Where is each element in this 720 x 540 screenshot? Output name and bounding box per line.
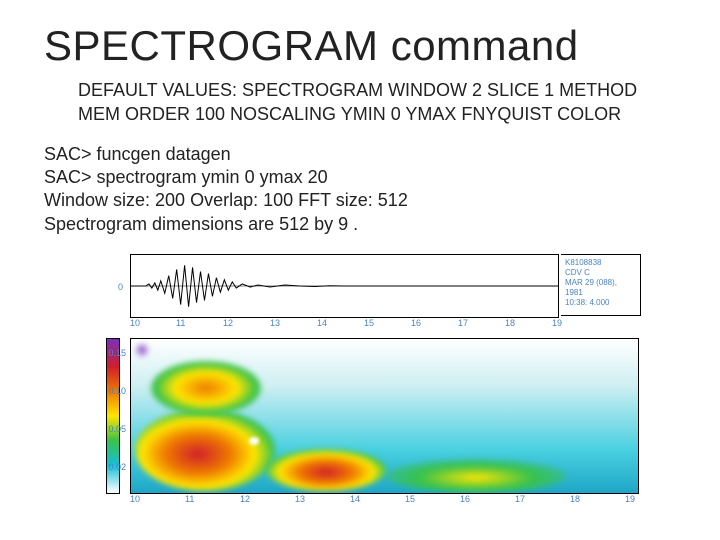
spec-xtick: 17 xyxy=(515,494,525,504)
spec-xtick: 12 xyxy=(240,494,250,504)
spec-xtick: 13 xyxy=(295,494,305,504)
wave-xtick: 13 xyxy=(270,318,280,328)
session-line-4: Spectrogram dimensions are 512 by 9 . xyxy=(44,213,676,236)
spec-ytick: 0.05 xyxy=(102,424,126,434)
spec-ytick: 0.15 xyxy=(102,348,126,358)
spec-blob xyxy=(386,459,566,493)
spec-xtick: 19 xyxy=(625,494,635,504)
sac-session-block: SAC> funcgen datagen SAC> spectrogram ym… xyxy=(44,143,676,237)
spectrogram-panel xyxy=(130,338,639,494)
spec-xtick: 11 xyxy=(185,494,194,504)
wave-xtick: 16 xyxy=(411,318,421,328)
info-channel: CDV C xyxy=(565,268,636,278)
spec-ytick: 0.02 xyxy=(102,462,126,472)
spec-blob xyxy=(266,449,386,491)
info-date: MAR 29 (088), 1981 xyxy=(565,278,636,298)
spectrogram-figure: 0 K8108838 CDV C MAR 29 (088), 1981 10:3… xyxy=(96,254,641,504)
wave-xtick: 18 xyxy=(505,318,515,328)
session-line-2: SAC> spectrogram ymin 0 ymax 20 xyxy=(44,166,676,189)
slide-title: SPECTROGRAM command xyxy=(44,22,676,70)
spec-xtick: 15 xyxy=(405,494,415,504)
waveform-trace xyxy=(131,255,558,317)
defaults-line-1: DEFAULT VALUES: SPECTROGRAM WINDOW 2 SLI… xyxy=(78,78,676,102)
wave-xtick: 12 xyxy=(223,318,233,328)
waveform-info-box: K8108838 CDV C MAR 29 (088), 1981 10:38:… xyxy=(561,254,641,316)
spec-blob xyxy=(135,409,275,491)
waveform-panel xyxy=(130,254,559,318)
spec-ytick: 0.10 xyxy=(102,386,126,396)
spec-xtick: 10 xyxy=(130,494,140,504)
session-line-1: SAC> funcgen datagen xyxy=(44,143,676,166)
spec-blob xyxy=(151,361,261,415)
info-station: K8108838 xyxy=(565,258,636,268)
info-time: 10:38: 4.000 xyxy=(565,298,636,308)
wave-xtick: 10 xyxy=(130,318,140,328)
session-line-3: Window size: 200 Overlap: 100 FFT size: … xyxy=(44,189,676,212)
wave-xtick: 15 xyxy=(364,318,374,328)
spec-blob xyxy=(135,343,149,357)
spec-xtick: 18 xyxy=(570,494,580,504)
defaults-line-2: MEM ORDER 100 NOSCALING YMIN 0 YMAX FNYQ… xyxy=(78,102,676,126)
wave-xtick: 17 xyxy=(458,318,468,328)
wave-xtick: 19 xyxy=(552,318,562,328)
spec-xtick: 16 xyxy=(460,494,470,504)
wave-xtick: 11 xyxy=(176,318,185,328)
spec-xtick: 14 xyxy=(350,494,360,504)
wave-xtick: 14 xyxy=(317,318,327,328)
waveform-y-zero: 0 xyxy=(118,282,123,292)
default-values-block: DEFAULT VALUES: SPECTROGRAM WINDOW 2 SLI… xyxy=(78,78,676,127)
